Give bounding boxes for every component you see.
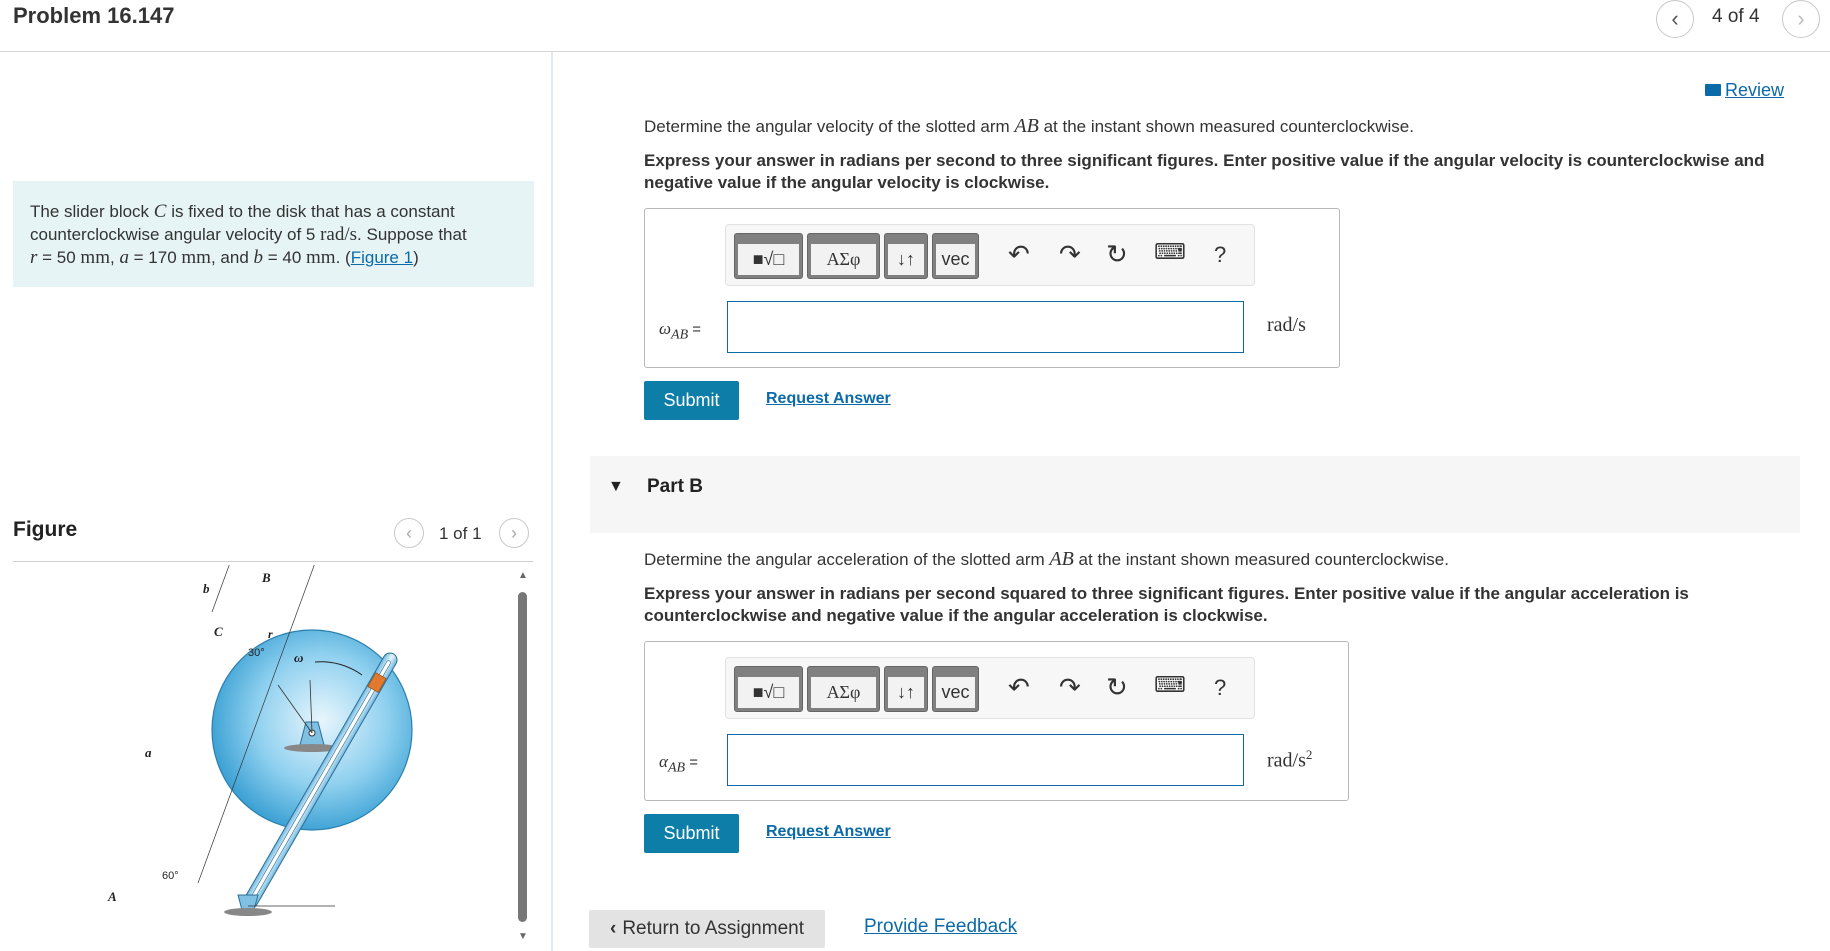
label-60: 60° [162,870,179,882]
column-divider [551,52,553,951]
intro-line-2: counterclockwise angular velocity of 5 r… [30,224,467,245]
figure-link[interactable]: Figure 1 [351,248,413,267]
keyboard-icon[interactable]: ⌨ [1154,239,1186,265]
part-b-answer-input[interactable] [727,734,1244,786]
figure-label: Figure [13,518,78,541]
scroll-down-icon[interactable]: ▼ [518,931,528,942]
chevron-right-icon: › [511,522,517,543]
part-a-answer-input[interactable] [727,301,1244,353]
part-b-header[interactable] [590,456,1800,533]
label-B: B [261,570,271,585]
part-a-instruction: Express your answer in radians per secon… [644,151,1765,192]
undo-icon[interactable]: ↶ [1008,239,1030,270]
part-b-label: αAB = [659,752,698,776]
part-a-unit: rad/s [1267,314,1306,336]
next-problem-button[interactable]: › [1782,0,1820,38]
help-button[interactable]: ? [1214,675,1226,701]
label-30: 30° [248,647,265,659]
figure-scrollbar[interactable] [518,592,527,922]
dim-line-b [211,565,230,613]
templates-button[interactable]: ■√□ [734,666,803,712]
chevron-left-icon: ‹ [1671,6,1679,31]
part-a-question: Determine the angular velocity of the sl… [644,115,1414,137]
book-icon [1705,84,1721,96]
reset-icon[interactable]: ↻ [1106,672,1128,703]
prev-problem-button[interactable]: ‹ [1656,0,1694,38]
chevron-left-icon: ‹ [610,918,617,939]
problem-title: Problem 16.147 [13,3,175,28]
templates-icon: ■√□ [738,244,799,275]
label-omega: ω [294,650,303,665]
reset-icon[interactable]: ↻ [1106,239,1128,270]
chevron-right-icon: › [1797,6,1805,31]
return-to-assignment-button[interactable]: ‹ Return to Assignment [589,910,825,948]
part-b-title: Part B [647,476,703,497]
label-r: r [268,627,273,641]
next-figure-button[interactable]: › [499,518,529,548]
review-link[interactable]: Review [1705,80,1784,101]
provide-feedback-link[interactable]: Provide Feedback [864,916,1017,938]
mechanism-figure: B b C r 30° ω a 60° A [107,565,413,916]
part-a-toolbar: ■√□ ΑΣφ ↓↑ vec ↶ ↷ ↻ ⌨ ? [725,224,1255,286]
part-a-submit-button[interactable]: Submit [644,381,739,420]
part-b-instruction: Express your answer in radians per secon… [644,584,1689,625]
scroll-up-icon[interactable]: ▲ [518,570,528,581]
greek-button[interactable]: ΑΣφ [807,666,880,712]
collapse-caret-icon[interactable]: ▼ [608,478,624,496]
figure-divider [13,561,533,562]
templates-icon: ■√□ [738,677,799,708]
part-b-submit-button[interactable]: Submit [644,814,739,853]
figure-count: 1 of 1 [439,524,482,543]
part-b-request-answer-link[interactable]: Request Answer [766,823,891,841]
label-A: A [107,889,117,904]
problem-intro: The slider block C is fixed to the disk … [13,181,534,287]
prev-figure-button[interactable]: ‹ [394,518,424,548]
part-b-question: Determine the angular acceleration of th… [644,548,1449,570]
label-a: a [145,745,152,760]
arrows-button[interactable]: ↓↑ [884,666,928,712]
help-button[interactable]: ? [1214,242,1226,268]
arrows-button[interactable]: ↓↑ [884,233,928,279]
redo-icon[interactable]: ↷ [1059,672,1081,703]
intro-line-3: r = 50 mm, a = 170 mm, and b = 40 mm. (F… [30,247,419,268]
part-a-request-answer-link[interactable]: Request Answer [766,390,891,408]
templates-button[interactable]: ■√□ [734,233,803,279]
intro-line-1: The slider block C is fixed to the disk … [30,201,455,222]
part-a-answer-box: ■√□ ΑΣφ ↓↑ vec ↶ ↷ ↻ ⌨ ? ωAB = rad/s [644,208,1340,368]
vec-button[interactable]: vec [932,233,979,279]
redo-icon[interactable]: ↷ [1059,239,1081,270]
part-b-answer-box: ■√□ ΑΣφ ↓↑ vec ↶ ↷ ↻ ⌨ ? αAB = rad/s2 [644,641,1349,801]
vec-button[interactable]: vec [932,666,979,712]
pin-support-a [237,894,259,911]
undo-icon[interactable]: ↶ [1008,672,1030,703]
label-b: b [203,581,210,596]
chevron-left-icon: ‹ [406,522,412,543]
greek-button[interactable]: ΑΣφ [807,233,880,279]
keyboard-icon[interactable]: ⌨ [1154,672,1186,698]
part-a-label: ωAB = [659,319,702,343]
ground-a [224,908,272,916]
part-b-unit: rad/s2 [1267,747,1313,772]
header: Problem 16.147 ‹ 4 of 4 › [0,0,1830,52]
part-b-toolbar: ■√□ ΑΣφ ↓↑ vec ↶ ↷ ↻ ⌨ ? [725,657,1255,719]
label-C: C [214,624,223,639]
page-indicator: 4 of 4 [1712,6,1760,27]
